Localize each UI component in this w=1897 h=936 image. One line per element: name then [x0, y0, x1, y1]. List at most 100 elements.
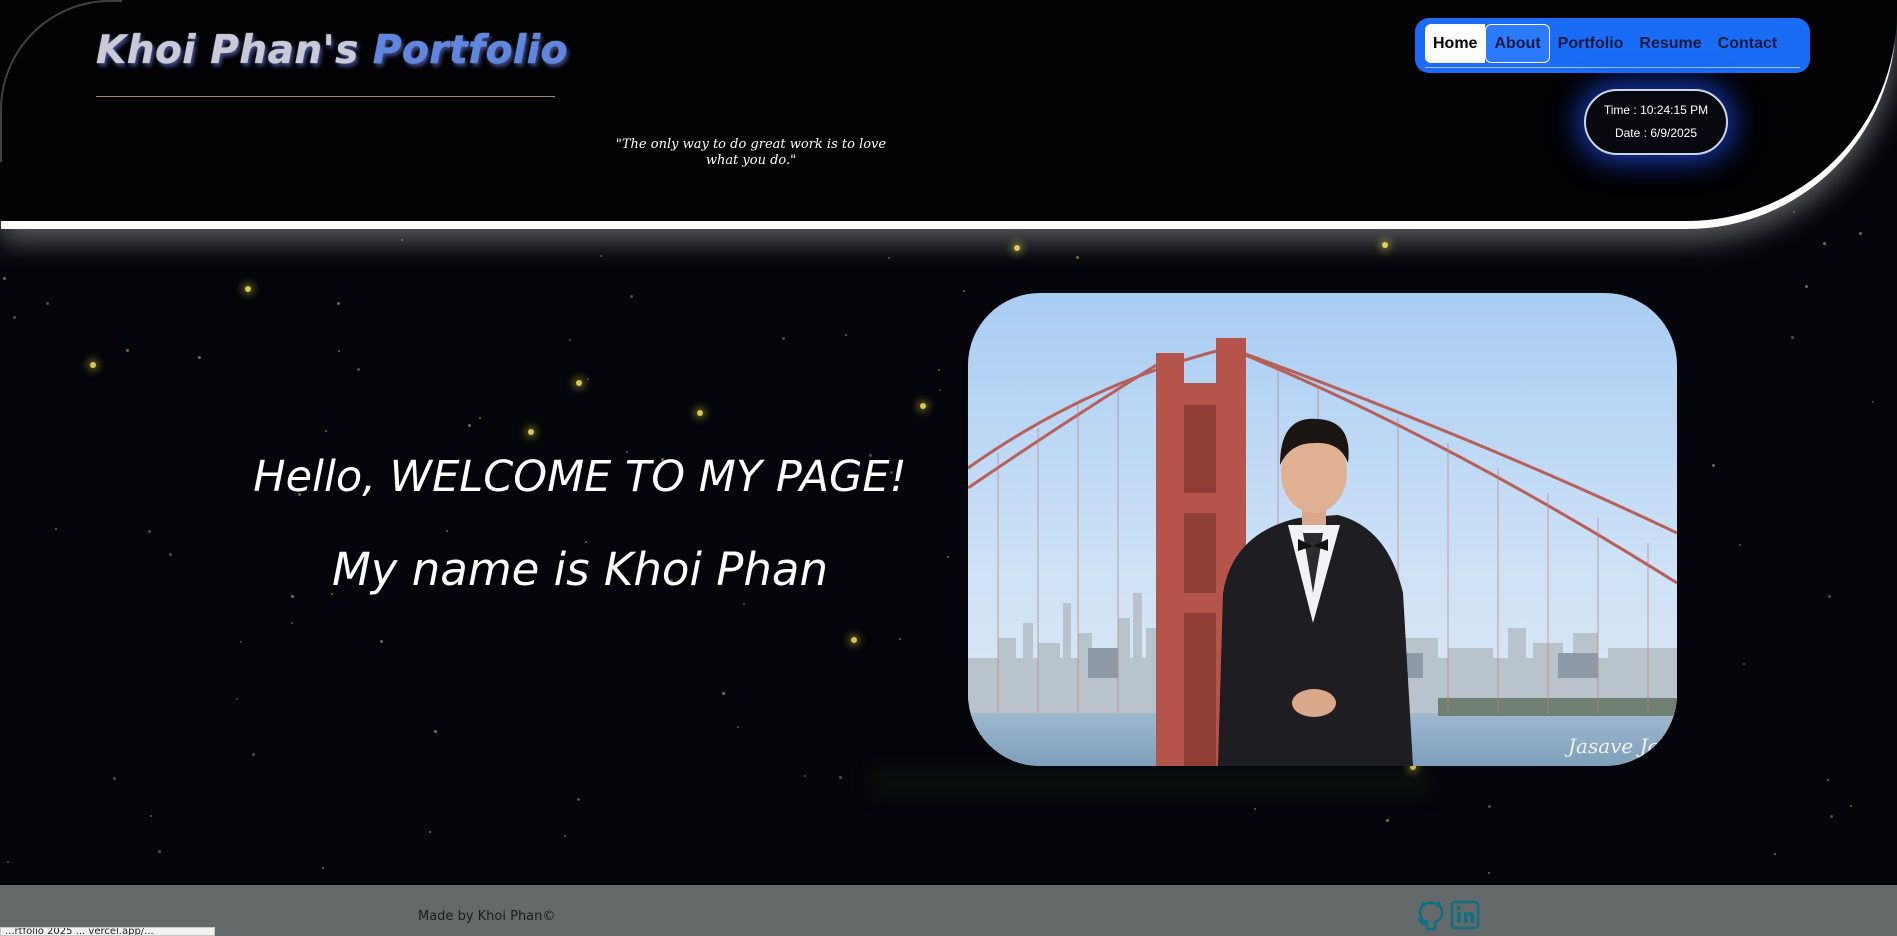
star-dot: [468, 424, 471, 427]
main-nav: Home About Portfolio Resume Contact: [1415, 18, 1810, 73]
hero-greeting: Hello, WELCOME TO MY PAGE!: [253, 452, 907, 502]
star-dot: [888, 257, 890, 259]
star-dot: [1828, 595, 1831, 598]
star-dot: [46, 302, 49, 305]
star-dot: [1823, 242, 1826, 245]
star-dot: [434, 730, 437, 733]
star-dot: [338, 350, 340, 352]
star-dot: [804, 775, 806, 777]
star-dot: [479, 417, 481, 419]
star-dot: [1386, 819, 1389, 822]
nav-portfolio[interactable]: Portfolio: [1550, 24, 1632, 63]
star-dot: [737, 726, 739, 728]
star-dot: [55, 528, 57, 530]
star-dot: [1743, 663, 1745, 665]
site-title: Khoi Phan's Portfolio: [96, 28, 568, 73]
star-dot: [1488, 805, 1491, 808]
title-divider: [96, 96, 555, 97]
header-curve-decoration: [0, 0, 122, 162]
star-dot: [938, 369, 940, 371]
star-dot: [1739, 544, 1741, 546]
star-dot: [939, 389, 941, 391]
star-dot: [325, 430, 327, 432]
star-dot: [839, 776, 842, 779]
hero-text: Hello, WELCOME TO MY PAGE! My name is Kh…: [160, 440, 1000, 600]
star-dot: [7, 861, 9, 863]
star-dot: [13, 316, 16, 319]
star-dot: [1805, 285, 1808, 288]
nav-resume[interactable]: Resume: [1631, 24, 1709, 63]
star-dot: [851, 637, 857, 643]
star-dot: [429, 831, 431, 833]
site-header: Khoi Phan's Portfolio "The only way to d…: [0, 0, 1897, 221]
star-dot: [236, 698, 238, 700]
header-quote: "The only way to do great work is to lov…: [615, 137, 887, 168]
star-dot: [148, 530, 151, 533]
star-dot: [1830, 815, 1833, 818]
star-dot: [1382, 242, 1388, 248]
hero-name: My name is Khoi Phan: [331, 543, 829, 596]
clock-widget: Time : 10:24:15 PM Date : 6/9/2025: [1584, 89, 1728, 155]
star-dot: [782, 337, 785, 340]
star-dot: [1014, 245, 1020, 251]
photo-watermark: Jasave Jos: [1564, 734, 1670, 758]
star-dot: [357, 368, 360, 371]
star-dot: [577, 798, 580, 801]
star-dot: [198, 356, 201, 359]
star-dot: [90, 362, 96, 368]
star-dot: [380, 640, 383, 643]
clock-date: Date : 6/9/2025: [1614, 126, 1698, 140]
profile-photo: Jasave Jos: [968, 293, 1677, 766]
star-dot: [252, 753, 255, 756]
star-dot: [1793, 211, 1795, 213]
star-dot: [113, 777, 116, 780]
browser-status-url: ...rtfolio 2025 ... vercel.app/...: [0, 927, 215, 936]
star-dot: [722, 692, 725, 695]
star-dot: [576, 380, 582, 386]
nav-underline: [1425, 67, 1800, 68]
star-dot: [564, 835, 566, 837]
github-icon[interactable]: [1416, 898, 1446, 932]
star-dot: [587, 378, 589, 380]
star-dot: [1859, 232, 1862, 235]
star-dot: [1774, 853, 1776, 855]
star-dot: [600, 255, 602, 257]
star-dot: [1850, 805, 1852, 807]
star-dot: [963, 290, 965, 292]
star-dot: [743, 603, 745, 605]
nav-about[interactable]: About: [1485, 24, 1550, 63]
star-dot: [322, 867, 324, 869]
star-dot: [3, 277, 6, 280]
star-dot: [240, 641, 242, 643]
footer-credit: Made by Khoi Phan©: [418, 909, 556, 924]
star-dot: [150, 815, 152, 817]
star-dot: [697, 410, 703, 416]
star-dot: [245, 286, 251, 292]
star-dot: [1076, 256, 1079, 259]
star-dot: [291, 622, 293, 624]
star-dot: [401, 239, 403, 241]
site-title-name: Khoi Phan's: [96, 28, 373, 73]
nav-contact[interactable]: Contact: [1710, 24, 1786, 63]
star-dot: [1791, 336, 1794, 339]
star-dot: [528, 429, 534, 435]
star-dot: [630, 295, 633, 298]
star-dot: [899, 638, 901, 640]
star-dot: [569, 339, 571, 341]
site-footer: Made by Khoi Phan©: [0, 885, 1897, 936]
photo-shadow: [870, 768, 1430, 798]
clock-time: Time : 10:24:15 PM: [1603, 103, 1709, 117]
site-title-accent: Portfolio: [372, 28, 568, 73]
star-dot: [337, 302, 340, 305]
star-dot: [920, 403, 926, 409]
star-dot: [1712, 464, 1715, 467]
star-dot: [1827, 779, 1829, 781]
linkedin-icon[interactable]: [1450, 898, 1480, 932]
star-dot: [703, 225, 705, 227]
star-dot: [107, 225, 109, 227]
star-dot: [1488, 872, 1490, 874]
star-dot: [1254, 808, 1256, 810]
star-dot: [158, 850, 161, 853]
star-dot: [845, 334, 847, 336]
nav-home[interactable]: Home: [1425, 24, 1486, 63]
